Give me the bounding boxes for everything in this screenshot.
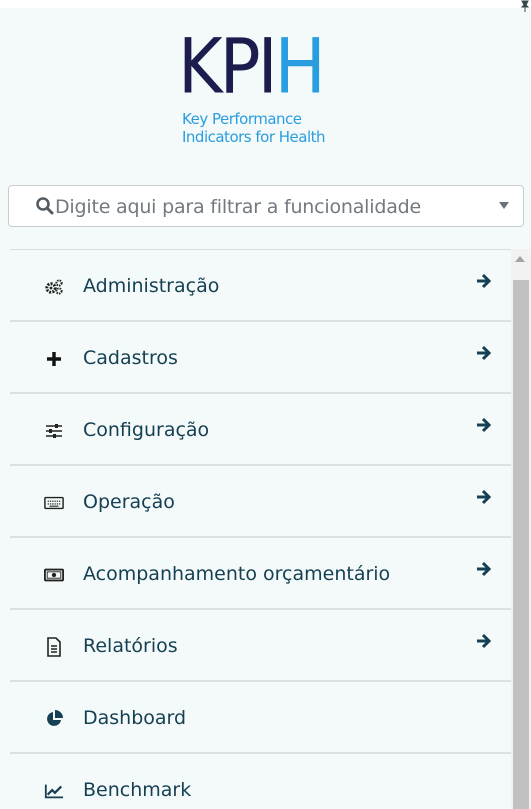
search-placeholder: Digite aqui para filtrar a funcionalidad… [55,196,421,218]
menu-item-operacao[interactable]: Operação [10,466,511,538]
menu-item-administracao[interactable]: Administração [10,250,511,322]
arrow-right-icon [475,488,493,506]
gears-icon [44,277,64,297]
scrollbar-thumb[interactable] [513,280,529,809]
menu-item-acompanhamento-orcamentario[interactable]: Acompanhamento orçamentário [10,538,511,610]
plus-icon [44,349,64,369]
menu-item-label: Dashboard [83,707,187,729]
menu-item-benchmark[interactable]: Benchmark [10,754,511,809]
logo-wordmark: KPIH [178,23,326,112]
function-filter-select[interactable]: Digite aqui para filtrar a funcionalidad… [8,185,524,227]
chevron-down-icon[interactable] [499,202,509,209]
top-strip [0,0,531,8]
pin-icon[interactable] [520,0,530,12]
menu-item-cadastros[interactable]: Cadastros [10,322,511,394]
menu-item-label: Cadastros [83,347,178,369]
menu-item-label: Administração [83,275,220,297]
menu-item-relatorios[interactable]: Relatórios [10,610,511,682]
arrow-right-icon [475,560,493,578]
menu-item-label: Relatórios [83,635,178,657]
logo-tagline-line2: Indicators for Health [182,128,326,146]
menu-item-label: Acompanhamento orçamentário [83,563,391,585]
menu-item-label: Operação [83,491,175,513]
scroll-up-arrow-icon[interactable] [515,256,525,262]
document-icon [44,637,64,657]
search-icon [35,196,55,216]
menu-item-label: Configuração [83,419,210,441]
money-icon [44,565,64,585]
sidebar-panel: KPIH Key Performance Indicators for Heal… [0,0,531,809]
keyboard-icon [44,493,64,513]
line-chart-icon [44,781,64,801]
arrow-right-icon [475,416,493,434]
logo-tagline: Key Performance Indicators for Health [182,110,326,146]
menu-item-label: Benchmark [83,779,192,801]
arrow-right-icon [475,272,493,290]
kpih-logo: KPIH Key Performance Indicators for Heal… [178,23,378,160]
menu-item-dashboard[interactable]: Dashboard [10,682,511,754]
sliders-icon [44,421,64,441]
pie-chart-icon [44,709,64,729]
logo-tagline-line1: Key Performance [182,110,302,128]
function-menu: Administração Cadastros Configuração Ope… [10,249,511,809]
arrow-right-icon [475,632,493,650]
menu-item-configuracao[interactable]: Configuração [10,394,511,466]
arrow-right-icon [475,344,493,362]
